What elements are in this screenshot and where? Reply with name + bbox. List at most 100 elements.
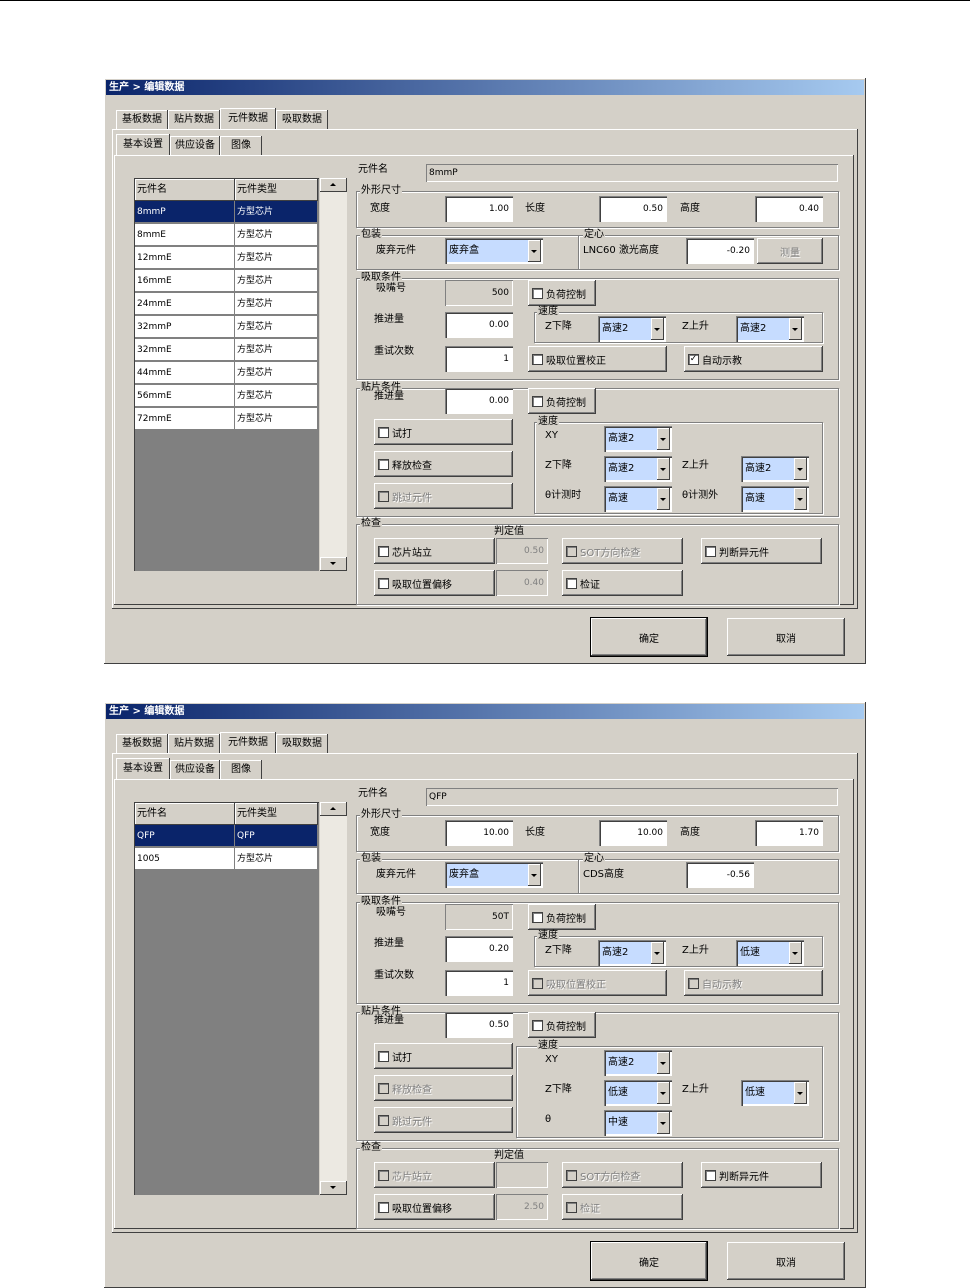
table-row[interactable]: 56mmE 方型芯片 <box>135 385 318 408</box>
tab-board-data[interactable]: 基板数据 <box>116 110 168 129</box>
chevron-down-icon[interactable] <box>657 458 670 480</box>
theta-select[interactable]: 中速 <box>604 1110 672 1136</box>
scroll-down-button[interactable] <box>320 557 347 571</box>
tab-mount-data[interactable]: 贴片数据 <box>168 110 220 129</box>
height-input[interactable]: 1.70 <box>755 820 823 846</box>
tab-mount-data[interactable]: 贴片数据 <box>168 734 220 753</box>
chevron-down-icon[interactable] <box>651 942 664 964</box>
length-input[interactable]: 0.50 <box>599 196 667 222</box>
pick-load-control-checkbox[interactable]: 负荷控制 <box>528 904 596 930</box>
grid-scrollbar[interactable] <box>320 802 347 1195</box>
table-row[interactable]: 32mmP 方型芯片 <box>135 316 318 339</box>
mount-push-input[interactable]: 0.00 <box>445 388 513 414</box>
chevron-down-icon[interactable] <box>794 458 807 480</box>
table-row[interactable]: 16mmE 方型芯片 <box>135 270 318 293</box>
pick-offset-checkbox[interactable]: 吸取位置偏移 <box>374 1194 495 1220</box>
ok-button[interactable]: 确定 <box>591 1242 707 1280</box>
waste-select[interactable]: 废弃盒 <box>445 238 543 264</box>
table-row[interactable]: 8mmP 方型芯片 <box>135 201 318 224</box>
chevron-down-icon[interactable] <box>528 864 541 886</box>
retry-input[interactable]: 1 <box>445 970 513 996</box>
theta-measure-select[interactable]: 高速 <box>604 486 672 512</box>
col-header-type[interactable]: 元件类型 <box>235 803 318 825</box>
table-row[interactable]: 32mmE 方型芯片 <box>135 339 318 362</box>
cancel-button[interactable]: 取消 <box>727 618 845 656</box>
mount-zdown-select[interactable]: 高速2 <box>604 456 672 482</box>
pick-load-control-checkbox[interactable]: 负荷控制 <box>528 280 596 306</box>
pick-push-input[interactable]: 0.00 <box>445 312 513 338</box>
mount-push-input[interactable]: 0.50 <box>445 1012 513 1038</box>
waste-select[interactable]: 废弃盒 <box>445 862 543 888</box>
mount-zup-select[interactable]: 低速 <box>741 1080 809 1106</box>
auto-teach-checkbox[interactable]: ✓ 自动示教 <box>684 346 823 372</box>
tab-pick-data[interactable]: 吸取数据 <box>276 734 328 753</box>
scroll-up-button[interactable] <box>320 178 347 192</box>
mount-load-control-checkbox[interactable]: 负荷控制 <box>528 388 596 414</box>
scroll-up-button[interactable] <box>320 802 347 816</box>
chevron-down-icon[interactable] <box>789 318 802 340</box>
mount-load-control-checkbox[interactable]: 负荷控制 <box>528 1012 596 1038</box>
theta-outer-select[interactable]: 高速 <box>741 486 809 512</box>
ok-button[interactable]: 确定 <box>591 618 707 656</box>
scroll-down-button[interactable] <box>320 1181 347 1195</box>
component-grid[interactable]: 元件名 元件类型 8mmP 方型芯片 8mmE 方型芯片 12mmE 方型芯片 16m… <box>134 178 319 571</box>
chip-standup-checkbox[interactable]: 芯片站立 <box>374 538 495 564</box>
pick-zdown-select[interactable]: 高速2 <box>598 316 666 342</box>
mount-zup-select[interactable]: 高速2 <box>741 456 809 482</box>
tab-board-data[interactable]: 基板数据 <box>116 734 168 753</box>
pick-offset-checkbox[interactable]: 吸取位置偏移 <box>374 570 495 596</box>
chevron-down-icon[interactable] <box>794 488 807 510</box>
chevron-down-icon[interactable] <box>657 1052 670 1074</box>
table-row[interactable]: QFP QFP <box>135 825 318 848</box>
trial-checkbox[interactable]: 试打 <box>374 419 513 445</box>
height-input[interactable]: 0.40 <box>755 196 823 222</box>
component-grid[interactable]: 元件名 元件类型 QFP QFP 1005 方型芯片 <box>134 802 319 1195</box>
mount-xy-select[interactable]: 高速2 <box>604 1050 672 1076</box>
table-row[interactable]: 1005 方型芯片 <box>135 848 318 871</box>
sensor-height-input[interactable]: -0.20 <box>686 238 754 264</box>
col-header-name[interactable]: 元件名 <box>135 179 235 201</box>
grid-scrollbar[interactable] <box>320 178 347 571</box>
table-row[interactable]: 44mmE 方型芯片 <box>135 362 318 385</box>
length-input[interactable]: 10.00 <box>599 820 667 846</box>
sensor-height-input[interactable]: -0.56 <box>686 862 754 888</box>
subtab-basic[interactable]: 基本设置 <box>116 134 170 155</box>
pick-zup-select[interactable]: 高速2 <box>736 316 804 342</box>
table-row[interactable]: 24mmE 方型芯片 <box>135 293 318 316</box>
tab-component-data[interactable]: 元件数据 <box>220 108 276 129</box>
table-row[interactable]: 8mmE 方型芯片 <box>135 224 318 247</box>
table-row[interactable]: 12mmE 方型芯片 <box>135 247 318 270</box>
pick-position-correct-checkbox[interactable]: 吸取位置校正 <box>528 346 667 372</box>
verify-checkbox[interactable]: 检证 <box>562 570 683 596</box>
col-header-name[interactable]: 元件名 <box>135 803 235 825</box>
chevron-down-icon[interactable] <box>794 1082 807 1104</box>
subtab-feeder[interactable]: 供应设备 <box>170 136 220 155</box>
width-input[interactable]: 10.00 <box>445 820 513 846</box>
tab-pick-data[interactable]: 吸取数据 <box>276 110 328 129</box>
abnormal-component-checkbox[interactable]: 判断异元件 <box>701 538 822 564</box>
mount-zdown-select[interactable]: 低速 <box>604 1080 672 1106</box>
chevron-down-icon[interactable] <box>657 428 670 450</box>
tab-component-data[interactable]: 元件数据 <box>220 732 276 753</box>
chevron-down-icon[interactable] <box>651 318 664 340</box>
pick-zup-select[interactable]: 低速 <box>736 940 804 966</box>
chevron-down-icon[interactable] <box>657 488 670 510</box>
retry-input[interactable]: 1 <box>445 346 513 372</box>
subtab-image[interactable]: 图像 <box>220 136 262 155</box>
chevron-down-icon[interactable] <box>789 942 802 964</box>
chevron-down-icon[interactable] <box>657 1082 670 1104</box>
release-check-checkbox[interactable]: 释放检查 <box>374 451 513 477</box>
pick-zdown-select[interactable]: 高速2 <box>598 940 666 966</box>
col-header-type[interactable]: 元件类型 <box>235 179 318 201</box>
pick-push-input[interactable]: 0.20 <box>445 936 513 962</box>
chevron-down-icon[interactable] <box>528 240 541 262</box>
width-input[interactable]: 1.00 <box>445 196 513 222</box>
mount-xy-select[interactable]: 高速2 <box>604 426 672 452</box>
subtab-basic[interactable]: 基本设置 <box>116 758 170 779</box>
trial-checkbox[interactable]: 试打 <box>374 1043 513 1069</box>
abnormal-component-checkbox[interactable]: 判断异元件 <box>701 1162 822 1188</box>
subtab-image[interactable]: 图像 <box>220 760 262 779</box>
table-row[interactable]: 72mmE 方型芯片 <box>135 408 318 431</box>
chevron-down-icon[interactable] <box>657 1112 670 1134</box>
measure-button[interactable]: 测量 <box>757 238 823 264</box>
